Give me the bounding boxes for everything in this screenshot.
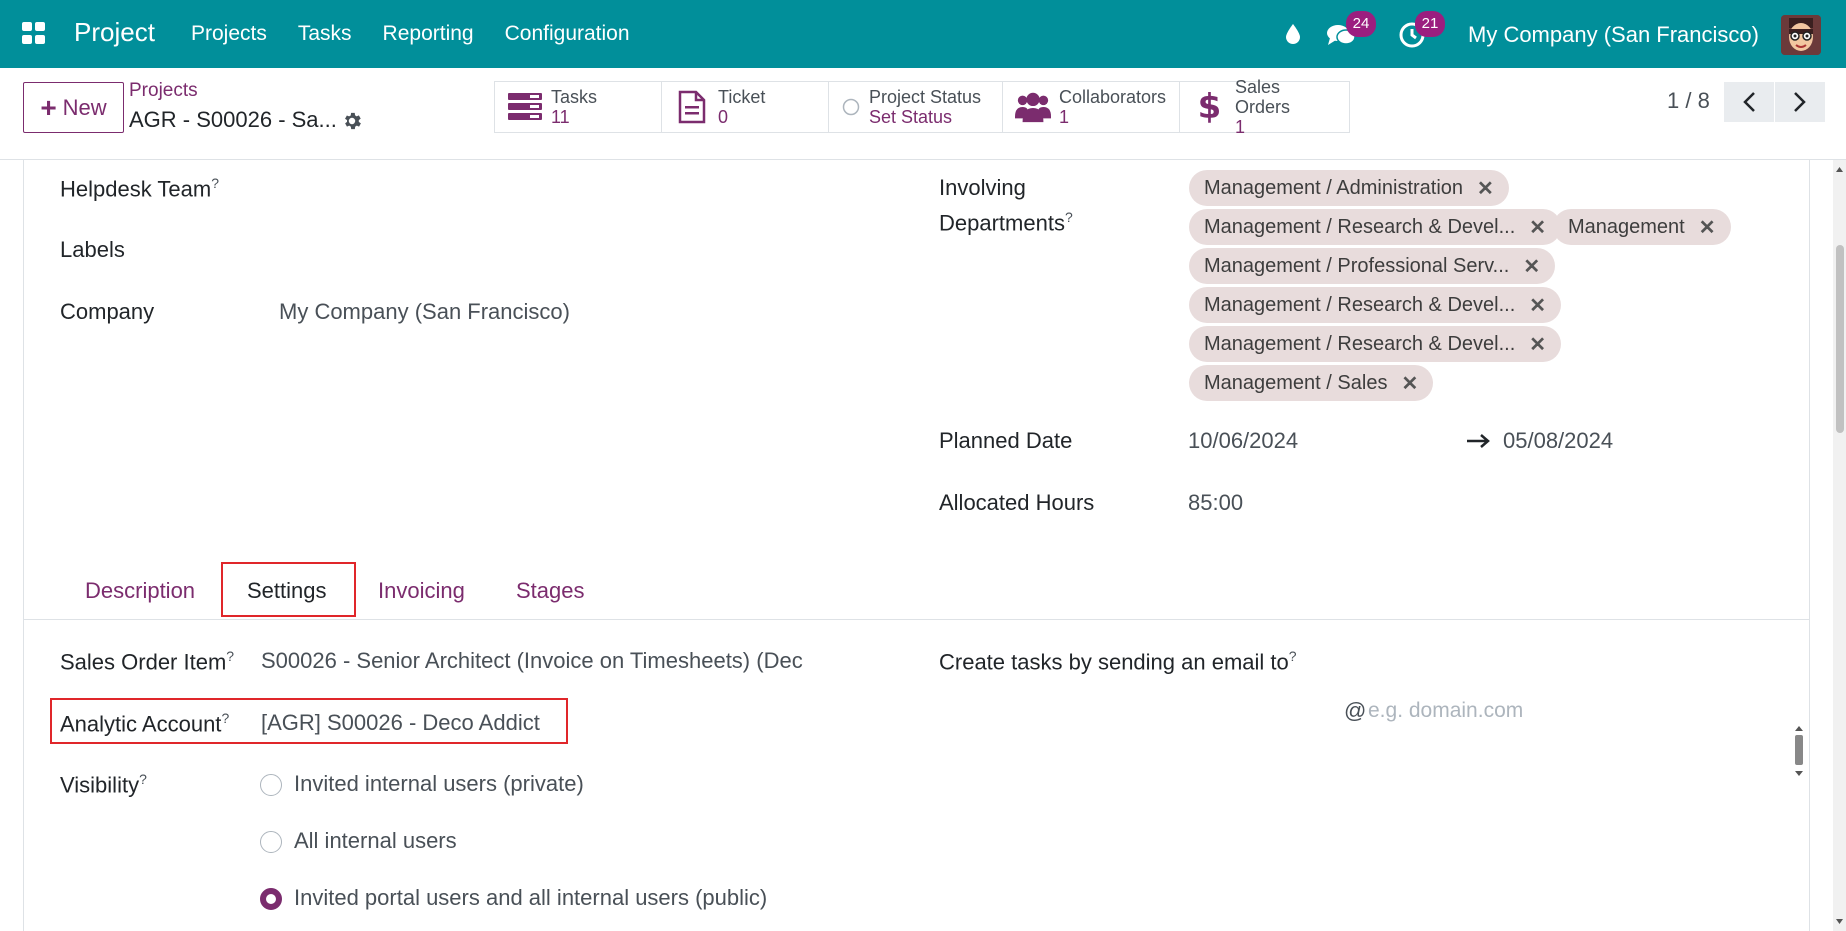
breadcrumb-projects[interactable]: Projects [129,80,198,102]
visibility-radio-public[interactable] [260,888,282,910]
apps-icon[interactable] [22,22,46,44]
department-tag[interactable]: Management / Research & Devel... ✕ [1189,287,1562,323]
new-button[interactable]: + New [23,82,124,133]
stat-button-collaborators[interactable]: Collaborators 1 [1002,81,1180,133]
gear-icon[interactable] [341,110,363,132]
main-menu: Projects Tasks Reporting Configuration [191,22,630,46]
avatar[interactable] [1781,15,1821,55]
scroll-up-icon[interactable] [1833,164,1846,176]
remove-tag-icon[interactable]: ✕ [1477,176,1494,201]
stat-label: Tasks [551,87,598,107]
planned-date-start[interactable]: 10/06/2024 [1188,428,1298,454]
remove-tag-icon[interactable]: ✕ [1699,215,1716,240]
form-sheet: Helpdesk Team? Labels Company My Company… [0,160,1846,931]
tab-description[interactable]: Description [85,578,195,604]
stat-value: 1 [1234,117,1245,137]
helpdesk-team-label: Helpdesk Team? [60,175,220,202]
tab-invoicing[interactable]: Invoicing [378,578,465,604]
chevron-left-icon [1743,92,1755,112]
stat-button-tasks[interactable]: Tasks 11 [494,81,662,133]
involving-departments-label: Involving Departments? [939,175,1073,236]
app-brand[interactable]: Project [74,17,155,48]
remove-tag-icon[interactable]: ✕ [1401,371,1418,396]
stat-button-project-status[interactable]: Project Status Set Status [828,81,1003,133]
stat-buttons: Tasks 11 Ticket 0 Project Status Set Sta… [494,77,1350,137]
file-icon [674,90,710,124]
stat-value: 0 [718,107,729,127]
allocated-hours-field[interactable]: 85:00 [1188,490,1243,516]
stat-label: Ticket [718,87,766,107]
email-alias-label: Create tasks by sending an email to? [939,648,1297,675]
department-tag[interactable]: Management ✕ [1553,209,1731,245]
stat-button-ticket[interactable]: Ticket 0 [661,81,829,133]
droplet-icon[interactable] [1283,22,1303,46]
department-tag[interactable]: Management / Research & Devel... ✕ [1189,326,1562,362]
sales-order-item-field[interactable]: S00026 - Senior Architect (Invoice on Ti… [261,648,803,674]
visibility-option-label[interactable]: Invited portal users and all internal us… [294,885,767,911]
company-switcher[interactable]: My Company (San Francisco) [1468,22,1759,48]
sales-order-item-label: Sales Order Item? [60,648,235,675]
users-icon [1015,90,1051,124]
activity-count-badge: 21 [1415,11,1445,37]
menu-configuration[interactable]: Configuration [505,22,630,46]
pager-counter[interactable]: 1 / 8 [1667,88,1710,114]
page-scroll-thumb[interactable] [1836,245,1844,433]
menu-reporting[interactable]: Reporting [383,22,474,46]
chevron-right-icon [1794,92,1806,112]
visibility-option-label[interactable]: All internal users [294,828,457,854]
visibility-radio-private[interactable] [260,774,282,796]
chat-count-badge: 24 [1346,11,1376,37]
email-at-sign: @ [1344,698,1367,723]
tasks-icon [507,90,543,124]
tab-stages[interactable]: Stages [516,578,585,604]
menu-tasks[interactable]: Tasks [298,22,352,46]
scroll-down-icon[interactable] [1833,915,1846,927]
department-tag[interactable]: Management / Administration ✕ [1189,170,1509,206]
stat-label: Sales Orders [1234,77,1290,117]
allocated-hours-label: Allocated Hours [939,490,1095,515]
top-navbar: Project Projects Tasks Reporting Configu… [0,0,1846,68]
plus-icon: + [40,91,57,123]
status-circle-icon [841,90,861,124]
remove-tag-icon[interactable]: ✕ [1529,332,1546,357]
remove-tag-icon[interactable]: ✕ [1529,293,1546,318]
analytic-account-highlight [50,698,568,744]
stat-value: 1 [1059,107,1070,127]
stat-value: 11 [551,107,570,127]
stat-label: Project Status [869,87,982,107]
remove-tag-icon[interactable]: ✕ [1523,254,1540,279]
pager-previous-button[interactable] [1724,82,1774,122]
email-domain-input[interactable]: e.g. domain.com [1368,699,1523,723]
stat-button-sales-orders[interactable]: $ Sales Orders 1 [1179,77,1350,137]
company-field[interactable]: My Company (San Francisco) [279,299,570,325]
new-button-label: New [62,94,107,120]
department-tag[interactable]: Management / Professional Serv... ✕ [1189,248,1556,284]
stat-value: Set Status [869,107,953,127]
tabs-scrollbar[interactable] [1791,723,1807,779]
visibility-option-label[interactable]: Invited internal users (private) [294,771,584,797]
planned-date-label: Planned Date [939,428,1073,453]
pager-next-button[interactable] [1775,82,1825,122]
sheet-border-left [23,160,24,931]
company-label: Company [60,299,155,324]
breadcrumb-current: AGR - S00026 - Sa... [129,107,337,132]
remove-tag-icon[interactable]: ✕ [1529,215,1546,240]
department-tag[interactable]: Management / Research & Devel... ✕ [1189,209,1562,245]
stat-label: Collaborators [1059,87,1167,107]
department-tag[interactable]: Management / Sales ✕ [1189,365,1434,401]
planned-date-end[interactable]: 05/08/2024 [1503,428,1613,454]
settings-tab-highlight [221,562,356,617]
menu-projects[interactable]: Projects [191,22,267,46]
sheet-border-right [1809,160,1810,931]
arrow-right-icon [1467,434,1490,448]
visibility-label: Visibility? [60,771,147,798]
labels-label: Labels [60,237,125,262]
control-panel: + New Projects AGR - S00026 - Sa... Task… [0,68,1846,160]
visibility-radio-internal[interactable] [260,831,282,853]
dollar-icon: $ [1197,87,1222,127]
